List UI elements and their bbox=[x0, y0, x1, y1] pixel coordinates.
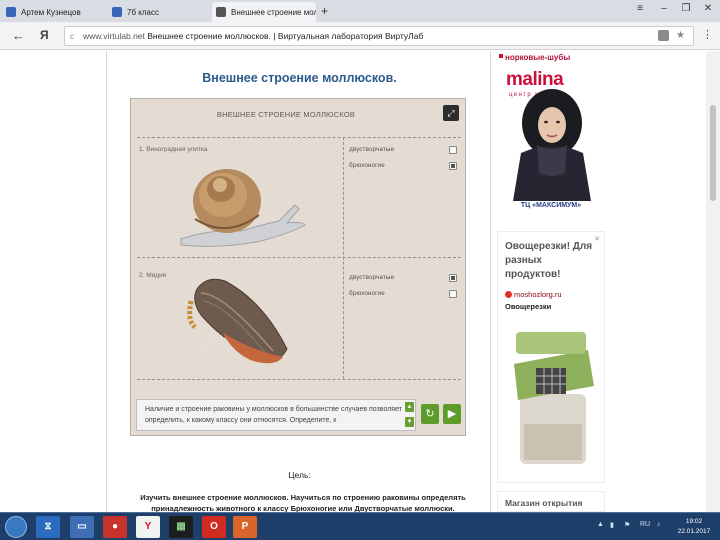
scrollbar-thumb[interactable] bbox=[710, 105, 716, 201]
tray-network-icon[interactable]: ▮ bbox=[610, 521, 614, 529]
page-scrollbar[interactable] bbox=[706, 51, 720, 512]
url-host: www.virtulab.net bbox=[83, 31, 145, 41]
ad-headline: Магазин открытия bbox=[505, 498, 583, 508]
virtulab-icon bbox=[216, 7, 226, 17]
checkbox-bivalve-2[interactable] bbox=[449, 274, 457, 282]
restore-icon[interactable]: ❐ bbox=[678, 3, 694, 14]
clock-date: 22.01.2017 bbox=[677, 528, 711, 535]
vk-icon bbox=[6, 7, 16, 17]
back-icon[interactable]: ← bbox=[12, 28, 25, 43]
ad-footer: ТЦ «МАКСИМУМ» bbox=[520, 202, 582, 209]
tab-artem[interactable]: Артем Кузнецов bbox=[2, 2, 102, 22]
info-scroll-down-icon[interactable]: ▼ bbox=[405, 417, 414, 427]
lab-info-text: Наличие и строение раковины у моллюсков … bbox=[136, 399, 416, 431]
ad-bullet-icon bbox=[499, 54, 503, 58]
start-button[interactable] bbox=[5, 516, 27, 538]
new-tab-button[interactable]: + bbox=[321, 4, 328, 18]
ad-shop-banner[interactable]: Магазин открытия bbox=[497, 491, 605, 512]
media-player-icon[interactable]: ● bbox=[103, 516, 127, 538]
clock-time: 19:02 bbox=[685, 518, 703, 525]
ad-model-image bbox=[513, 89, 591, 201]
goal-heading: Цель: bbox=[288, 470, 311, 480]
virtual-lab: ВНЕШНЕЕ СТРОЕНИЕ МОЛЛЮСКОВ ⤢ 1. Виноград… bbox=[130, 98, 466, 436]
menu-icon[interactable]: ≡ bbox=[632, 3, 648, 14]
next-button[interactable]: ▶ bbox=[443, 404, 461, 424]
lab-divider bbox=[137, 379, 461, 380]
tab-class[interactable]: 7б класс bbox=[108, 2, 208, 22]
more-icon[interactable]: ⋮ bbox=[702, 28, 713, 41]
page-title: Внешнее строение моллюсков. bbox=[202, 71, 397, 85]
checkbox-bivalve-1[interactable] bbox=[449, 146, 457, 154]
option-gastropod-2: брюхоногие bbox=[349, 290, 385, 297]
yandex-browser-icon[interactable]: Y bbox=[136, 516, 160, 538]
taskbar: ⧖ ▭ ● Y ▦ O P ▲ ▮ ⚑ RU ♪ 19:02 22.01.201… bbox=[0, 512, 720, 540]
checkbox-gastropod-1[interactable] bbox=[449, 162, 457, 170]
url-title: Внешнее строение моллюсков. | Виртуальна… bbox=[147, 31, 424, 41]
ad-headline: Овощерезки! Для разных продуктов! bbox=[505, 241, 593, 280]
tab-label: 7б класс bbox=[127, 7, 159, 17]
extension-icon[interactable] bbox=[658, 30, 669, 41]
tab-active[interactable]: Внешнее строение молл ✕ bbox=[212, 2, 316, 22]
opera-icon[interactable]: O bbox=[202, 516, 226, 538]
explorer-icon[interactable]: ⧖ bbox=[36, 516, 60, 538]
specimen-label-mussel: 2. Мидия bbox=[139, 272, 167, 279]
bookmark-icon[interactable]: ★ bbox=[676, 30, 685, 41]
option-gastropod-1: брюхоногие bbox=[349, 162, 385, 169]
tray-flag-icon[interactable]: ⚑ bbox=[624, 521, 630, 529]
specimen-label-snail: 1. Виноградная улитка bbox=[139, 146, 208, 153]
tray-arrow-icon[interactable]: ▲ bbox=[597, 521, 604, 528]
clock[interactable]: 19:02 22.01.2017 bbox=[674, 517, 714, 537]
expand-icon[interactable]: ⤢ bbox=[443, 105, 459, 121]
tab-label: Внешнее строение молл bbox=[231, 7, 316, 17]
lab-divider bbox=[343, 137, 344, 379]
file-manager-icon[interactable]: ▭ bbox=[70, 516, 94, 538]
minimize-icon[interactable]: – bbox=[656, 3, 672, 14]
ad-slicer-banner[interactable]: ✕ Овощерезки! Для разных продуктов! mosh… bbox=[497, 231, 605, 483]
close-window-icon[interactable]: ✕ bbox=[700, 3, 716, 14]
slicer-product-image bbox=[514, 332, 594, 464]
url-text: www.virtulab.net Внешнее строение моллюс… bbox=[83, 31, 423, 41]
mussel-image[interactable] bbox=[183, 271, 293, 367]
tab-strip: Артем Кузнецов 7б класс Внешнее строение… bbox=[0, 0, 720, 22]
browser-window: Артем Кузнецов 7б класс Внешнее строение… bbox=[0, 0, 720, 540]
ad-fur-banner[interactable]: норковые-шубы malina центр меха ТЦ «МАКС… bbox=[497, 51, 605, 216]
info-scroll-up-icon[interactable]: ▲ bbox=[405, 402, 414, 412]
app-icon[interactable]: ▦ bbox=[169, 516, 193, 538]
option-bivalve-2: двустворчатые bbox=[349, 274, 395, 281]
lab-divider bbox=[137, 257, 461, 258]
vk-icon bbox=[112, 7, 122, 17]
lab-title: ВНЕШНЕЕ СТРОЕНИЕ МОЛЛЮСКОВ bbox=[216, 110, 356, 119]
tab-label: Артем Кузнецов bbox=[21, 7, 81, 17]
yandex-icon[interactable]: Я bbox=[40, 28, 49, 42]
tray-lang[interactable]: RU bbox=[640, 521, 650, 528]
url-field[interactable]: c www.virtulab.net Внешнее строение молл… bbox=[64, 26, 694, 46]
checkbox-gastropod-2[interactable] bbox=[449, 290, 457, 298]
option-bivalve-1: двустворчатые bbox=[349, 146, 395, 153]
address-bar: ← Я c www.virtulab.net Внешнее строение … bbox=[0, 22, 720, 50]
reload-icon[interactable]: c bbox=[70, 32, 74, 41]
snail-image[interactable] bbox=[171, 163, 311, 249]
ad-link[interactable]: moshozlorg.ru bbox=[505, 290, 562, 299]
tray-volume-icon[interactable]: ♪ bbox=[657, 521, 661, 528]
powerpoint-icon[interactable]: P bbox=[233, 516, 257, 538]
ad-top-text: норковые-шубы bbox=[505, 53, 571, 62]
reset-button[interactable]: ↻ bbox=[421, 404, 439, 424]
ad-name: Овощерезки bbox=[505, 302, 552, 311]
lab-divider bbox=[137, 137, 461, 138]
